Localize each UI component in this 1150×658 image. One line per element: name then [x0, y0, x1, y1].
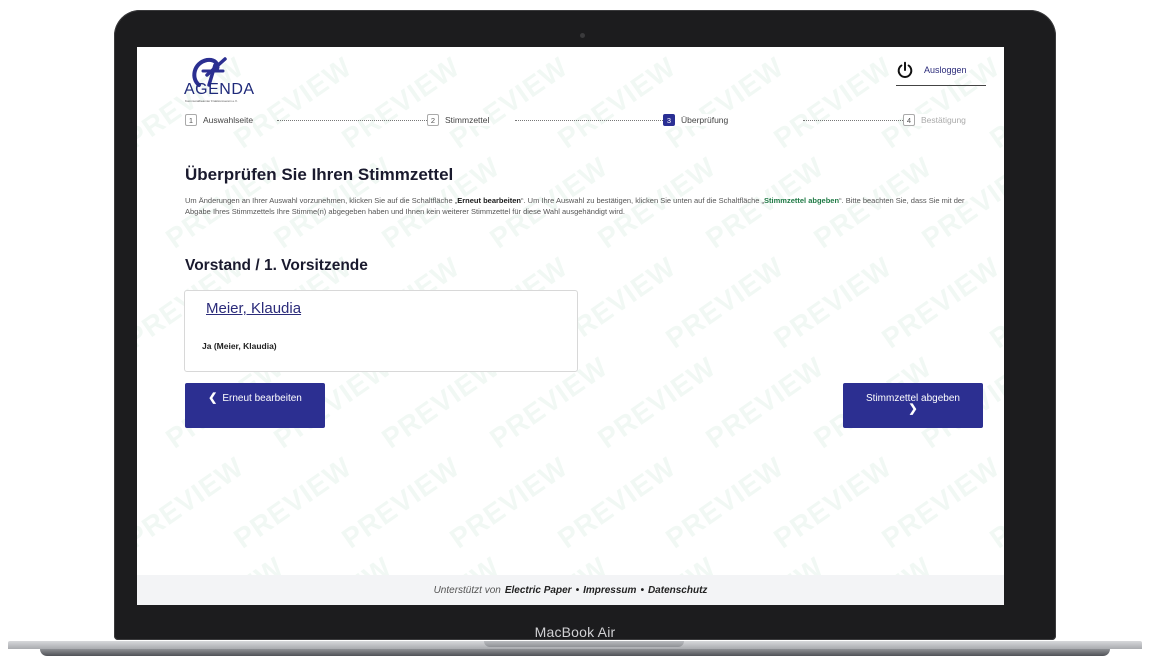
desc-highlight-edit: Erneut bearbeiten — [457, 196, 521, 205]
watermark-text: PREVIEW — [876, 450, 1004, 555]
footer-separator: • — [640, 584, 644, 596]
laptop-base-edge — [40, 649, 1110, 656]
watermark-text: PREVIEW — [552, 50, 682, 155]
chevron-right-icon: ❯ — [908, 403, 918, 415]
candidate-card: Meier, Klaudia Ja (Meier, Klaudia) — [184, 290, 578, 372]
browser-screen: PREVIEW PREVIEW PREVIEW PREVIEW PREVIEW PREVI… — [137, 47, 1004, 605]
watermark-text: PREVIEW — [552, 450, 682, 555]
step-ueberpruefung: 3 Überprüfung — [663, 114, 729, 126]
logout-label: Ausloggen — [924, 65, 967, 75]
device-label: MacBook Air — [534, 624, 616, 640]
step-number: 2 — [427, 114, 439, 126]
step-number: 4 — [903, 114, 915, 126]
footer-impressum-link[interactable]: Impressum — [583, 585, 636, 596]
watermark-text: PREVIEW — [768, 50, 898, 155]
step-number: 3 — [663, 114, 675, 126]
edit-again-button[interactable]: ❮ Erneut bearbeiten — [185, 383, 325, 428]
watermark-text: PREVIEW — [700, 350, 830, 455]
watermark-text: PREVIEW — [444, 450, 574, 555]
watermark-text: PREVIEW — [768, 250, 898, 355]
watermark-text: PREVIEW — [984, 250, 1004, 355]
watermark-text: PREVIEW — [660, 250, 790, 355]
watermark-text: PREVIEW — [444, 50, 574, 155]
step-label: Bestätigung — [921, 115, 966, 125]
footer-separator: • — [575, 584, 580, 596]
candidate-name-link[interactable]: Meier, Klaudia — [206, 300, 301, 317]
step-auswahlseite: 1 Auswahlseite — [185, 114, 254, 126]
page-title: Überprüfen Sie Ihren Stimmzettel — [185, 165, 454, 184]
watermark-text: PREVIEW — [336, 450, 466, 555]
laptop-notch — [484, 641, 684, 647]
logo-text: AGENDA — [184, 81, 255, 98]
watermark-text: PREVIEW — [768, 450, 898, 555]
watermark-text: PREVIEW — [228, 450, 358, 555]
footer-brand-link[interactable]: Electric Paper — [505, 585, 572, 596]
watermark-text: PREVIEW — [660, 450, 790, 555]
watermark-text: PREVIEW — [137, 450, 250, 555]
watermark-text: PREVIEW — [984, 450, 1004, 555]
watermark-text: PREVIEW — [592, 350, 722, 455]
watermark-text: PREVIEW — [660, 50, 790, 155]
power-icon — [897, 61, 913, 78]
logout-button[interactable]: Ausloggen — [896, 61, 986, 86]
watermark-text: PREVIEW — [336, 50, 466, 155]
step-bestaetigung: 4 Bestätigung — [903, 114, 966, 126]
step-number: 1 — [185, 114, 197, 126]
camera-dot — [580, 33, 585, 38]
logo-subtext: Kommunalbeamter Fraktionsverein e.V. — [185, 99, 238, 103]
ballot-section-title: Vorstand / 1. Vorsitzende — [185, 257, 368, 274]
desc-text: Um Änderungen an Ihrer Auswahl vorzunehm… — [185, 196, 458, 205]
chevron-left-icon: ❮ — [208, 392, 218, 404]
candidate-choice: Ja (Meier, Klaudia) — [202, 341, 277, 351]
watermark-text: PREVIEW — [876, 250, 1004, 355]
step-label: Auswahlseite — [203, 115, 254, 125]
step-label: Stimmzettel — [445, 115, 490, 125]
progress-steps: 1 Auswahlseite 2 Stimmzettel 3 Überprüfu… — [185, 114, 985, 128]
desc-text: “. Um Ihre Auswahl zu bestätigen, klicke… — [521, 196, 765, 205]
footer-datenschutz-link[interactable]: Datenschutz — [648, 585, 707, 596]
step-stimmzettel: 2 Stimmzettel — [427, 114, 490, 126]
footer-prefix: Unterstützt von — [433, 584, 501, 596]
footer: Unterstützt von Electric Paper • Impress… — [137, 575, 1004, 605]
watermark-text: PREVIEW — [984, 50, 1004, 155]
submit-ballot-button[interactable]: Stimmzettel abgeben ❯ — [843, 383, 983, 428]
edit-button-label: Erneut bearbeiten — [222, 393, 302, 404]
instructions-text: Um Änderungen an Ihrer Auswahl vorzunehm… — [185, 195, 965, 217]
desc-highlight-submit: Stimmzettel abgeben — [764, 196, 840, 205]
step-label: Überprüfung — [681, 115, 729, 125]
